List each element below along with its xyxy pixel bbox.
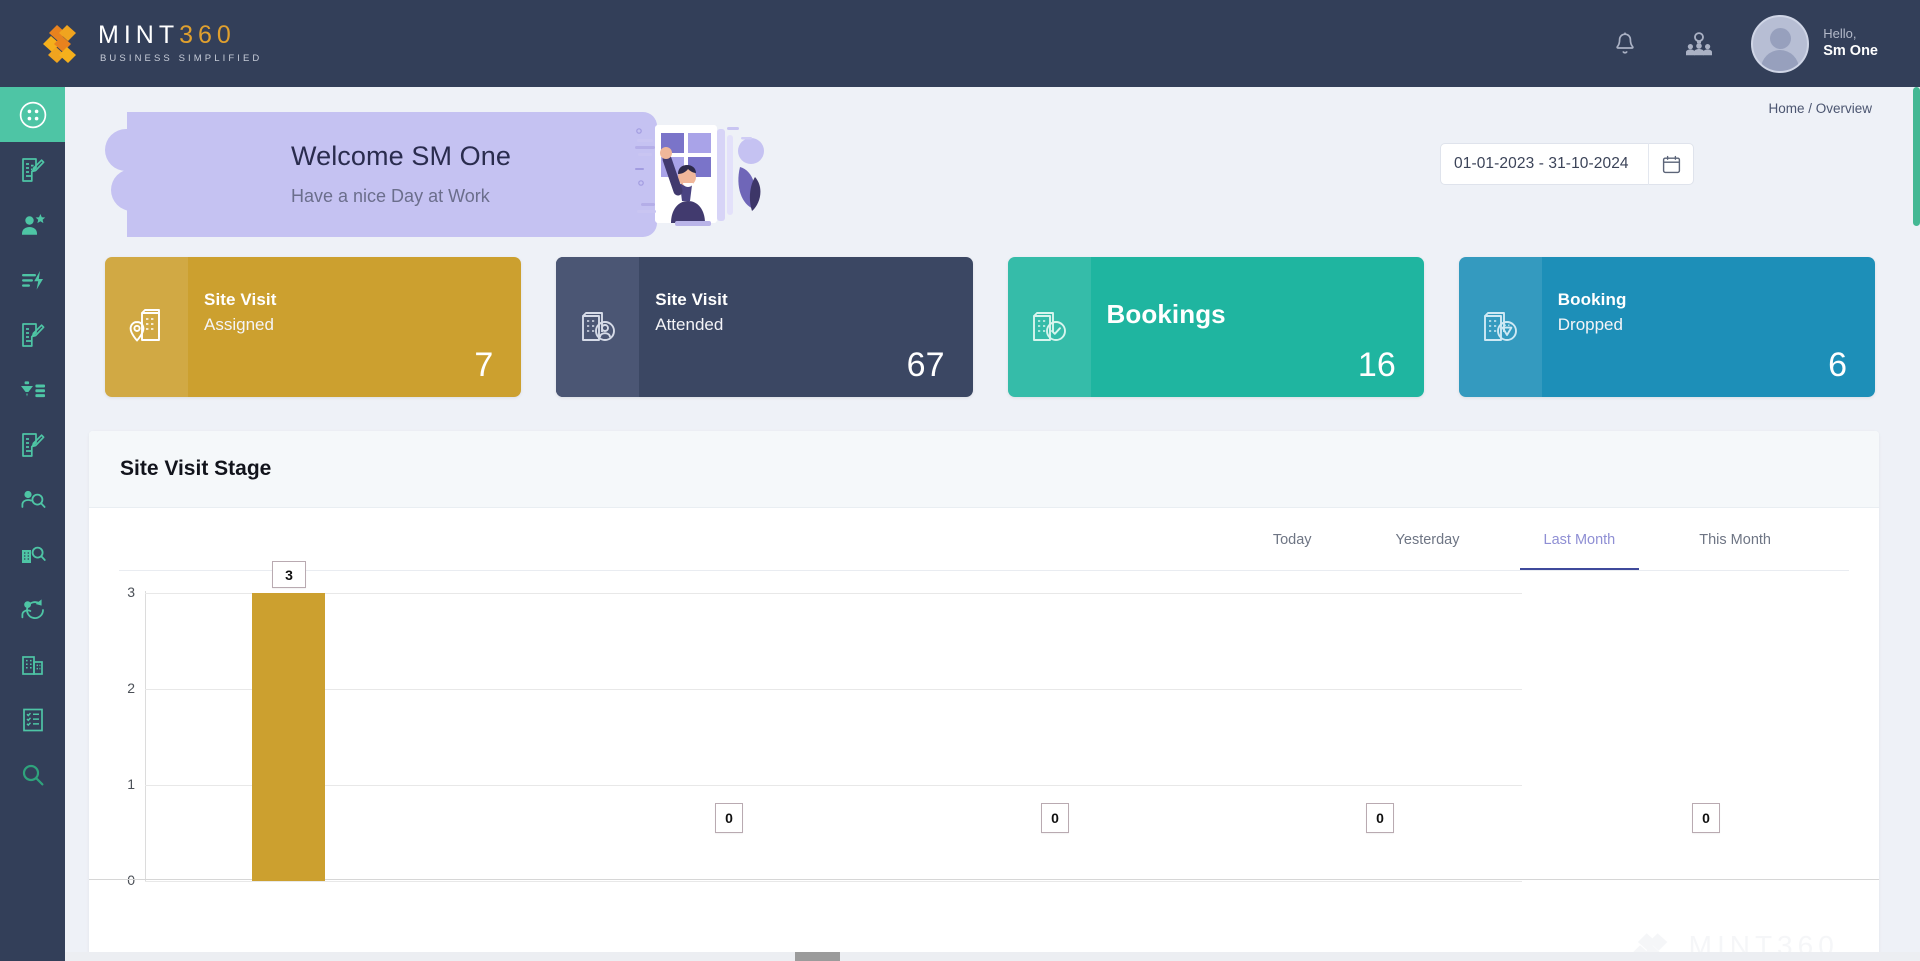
welcome-subtitle: Have a nice Day at Work (291, 186, 490, 206)
building-pin-icon (105, 257, 188, 397)
welcome-title: Welcome SM One (291, 141, 511, 171)
sidebar-item-project-search[interactable] (0, 527, 65, 582)
tab-yesterday[interactable]: Yesterday (1386, 509, 1470, 571)
notification-bell-icon[interactable] (1603, 22, 1647, 66)
panel-header: Site Visit Stage (89, 431, 1879, 508)
user-menu[interactable]: Hello, Sm One (1751, 14, 1878, 73)
sidebar-item-quick-actions[interactable] (0, 252, 65, 307)
team-icon[interactable] (1677, 22, 1721, 66)
brand-name-accent: 360 (179, 21, 236, 50)
card-value: 16 (1357, 346, 1396, 384)
tab-last-month[interactable]: Last Month (1519, 509, 1639, 571)
card-value: 6 (1828, 346, 1847, 384)
sidebar-nav (0, 87, 65, 961)
building-drop-icon (1458, 257, 1542, 397)
person-search-icon (19, 486, 47, 514)
bar-value-label: 0 (1366, 803, 1394, 833)
sidebar-item-lead-form[interactable] (0, 142, 65, 197)
tab-today[interactable]: Today (1263, 509, 1322, 571)
tab-this-month[interactable]: This Month (1689, 509, 1781, 571)
building-search-icon (19, 541, 47, 569)
card-title: Site Visit (204, 290, 277, 309)
stat-card-site-visit-assigned[interactable]: Site Visit Assigned 7 (105, 257, 522, 397)
stat-card-site-visit-attended[interactable]: Site Visit Attended 67 (556, 257, 973, 397)
building-person-icon (556, 257, 640, 397)
user-refresh-icon (19, 596, 47, 624)
y-tick-label: 2 (127, 680, 135, 696)
sidebar-item-projects[interactable] (0, 637, 65, 692)
gridline (145, 689, 1522, 690)
site-visit-stage-panel: Site Visit Stage Today Yesterday Last Mo… (89, 431, 1879, 961)
y-tick-label: 0 (127, 872, 135, 888)
filter-bolt-icon (19, 266, 47, 294)
stat-card-bookings[interactable]: Bookings 16 (1007, 257, 1424, 397)
brand-tagline: BUSINESS SIMPLIFIED (100, 53, 263, 65)
y-tick-label: 1 (127, 776, 135, 792)
sidebar-item-lead-search[interactable] (0, 472, 65, 527)
chart-period-tabs: Today Yesterday Last Month This Month (89, 508, 1879, 571)
form-edit-icon (19, 431, 47, 459)
funnel-list-icon (19, 376, 47, 404)
avatar (1751, 14, 1810, 73)
x-axis-line (89, 879, 1879, 880)
card-value: 7 (474, 346, 494, 384)
card-subtitle: Attended (655, 315, 724, 334)
sidebar-item-prospects[interactable] (0, 197, 65, 252)
stat-card-booking-dropped[interactable]: Booking Dropped 6 (1458, 257, 1875, 397)
card-title: Site Visit (655, 290, 728, 309)
horizontal-scrollbar-thumb[interactable] (795, 952, 840, 961)
sidebar-item-dashboard[interactable] (0, 87, 65, 142)
stat-cards: Site Visit Assigned 7 Site Visit Attende… (105, 257, 1875, 397)
mint360-logo-icon (38, 23, 84, 65)
user-name: Sm One (1823, 43, 1878, 60)
divider (119, 570, 1849, 571)
bar-value-label: 3 (272, 561, 306, 588)
greeting-label: Hello, (1823, 25, 1857, 41)
header-actions: Hello, Sm One (1603, 14, 1878, 73)
sidebar-item-reassign[interactable] (0, 582, 65, 637)
sidebar-item-checklist[interactable] (0, 692, 65, 747)
sidebar-item-search[interactable] (0, 747, 65, 802)
form-edit-icon (19, 321, 47, 349)
search-icon (20, 762, 46, 788)
grid-dots-icon (18, 100, 48, 130)
gridline (145, 593, 1522, 594)
y-axis-line (145, 591, 146, 881)
card-title: Booking (1557, 290, 1627, 309)
user-star-icon (19, 211, 47, 239)
bar-value-label: 0 (715, 803, 743, 833)
bar-series-1[interactable] (252, 593, 325, 881)
sidebar-item-site-visit-form[interactable] (0, 307, 65, 362)
welcome-banner: Welcome SM One Have a nice Day at Work (105, 107, 764, 242)
card-subtitle: Assigned (204, 315, 274, 334)
card-title: Bookings (1106, 299, 1226, 329)
buildings-icon (19, 651, 47, 679)
horizontal-scrollbar-track[interactable] (65, 952, 1920, 961)
form-edit-icon (19, 156, 47, 184)
bar-value-label: 0 (1041, 803, 1069, 833)
gridline (145, 881, 1522, 882)
top-header: MINT360 BUSINESS SIMPLIFIED Hello, Sm On… (0, 0, 1920, 87)
breadcrumb[interactable]: Home / Overview (1768, 101, 1872, 116)
card-subtitle: Dropped (1557, 315, 1623, 334)
main-content: Home / Overview Welcome SM One Have a ni… (65, 87, 1920, 961)
date-range-value[interactable]: 01-01-2023 - 31-10-2024 (1441, 155, 1648, 173)
site-visit-stage-bar-chart: 0 1 2 3 3 0 0 0 0 (89, 561, 1879, 961)
building-check-icon (1007, 257, 1091, 397)
vertical-scrollbar[interactable] (1913, 87, 1920, 226)
businessman-waving-illustration (575, 121, 765, 231)
gridline (145, 785, 1522, 786)
checklist-icon (19, 706, 47, 734)
date-range-picker[interactable]: 01-01-2023 - 31-10-2024 (1440, 143, 1694, 185)
page-title: Site Visit Stage (120, 457, 272, 480)
brand-name-primary: MINT (98, 21, 180, 50)
card-value: 67 (906, 346, 945, 384)
sidebar-item-booking-form[interactable] (0, 417, 65, 472)
brand-logo[interactable]: MINT360 BUSINESS SIMPLIFIED (38, 23, 262, 65)
sidebar-item-funnel[interactable] (0, 362, 65, 417)
calendar-icon[interactable] (1649, 155, 1693, 174)
y-tick-label: 3 (127, 584, 135, 600)
bar-value-label: 0 (1692, 803, 1720, 833)
